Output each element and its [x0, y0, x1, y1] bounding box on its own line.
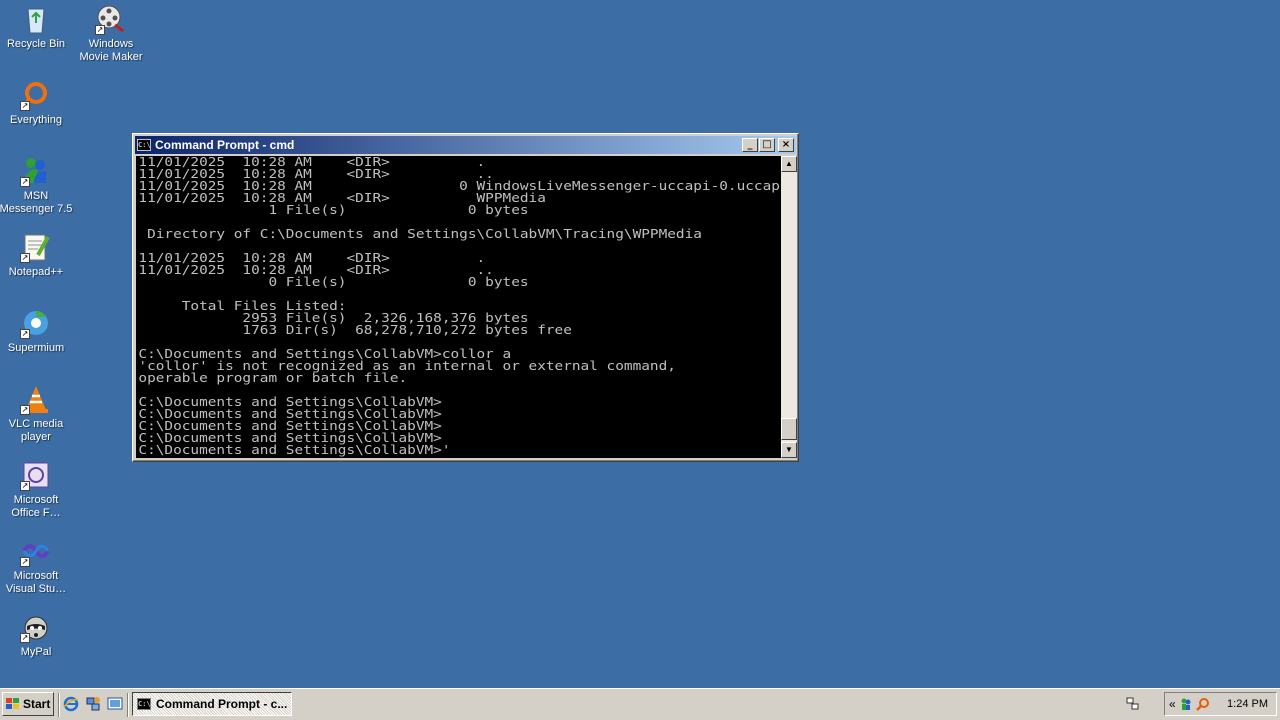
cmd-vertical-scrollbar[interactable]: ▲ ▼	[781, 156, 797, 458]
tray-expand-chevron-icon[interactable]: «	[1169, 697, 1176, 711]
network-icon[interactable]	[85, 696, 101, 712]
desktop-icon-label: Microsoft Visual Stu…	[5, 570, 67, 595]
minimize-button[interactable]: _	[742, 138, 758, 152]
show-desktop-icon[interactable]	[107, 696, 123, 712]
visual-studio-icon: ↗	[20, 535, 52, 567]
desktop-icon-mypal[interactable]: ↗ MyPal	[0, 611, 74, 659]
taskbar-button-command-prompt[interactable]: C:\ Command Prompt - c...	[132, 692, 292, 716]
mypal-raccoon-icon: ↗	[20, 611, 52, 643]
task-button-label: Command Prompt - c...	[156, 697, 288, 711]
console-line: C:\Documents and Settings\CollabVM>'	[138, 443, 451, 457]
console-line: Directory of C:\Documents and Settings\C…	[138, 227, 702, 241]
msn-tray-icon[interactable]	[1179, 697, 1193, 711]
desktop-icon-movie-maker[interactable]: ↗ Windows Movie Maker	[73, 3, 149, 64]
desktop-icon-label: Notepad++	[8, 266, 64, 278]
console-line: 0 File(s) 0 bytes	[138, 275, 529, 289]
msn-messenger-icon: ↗	[20, 155, 52, 187]
start-label: Start	[23, 697, 51, 711]
shortcut-arrow-icon: ↗	[20, 253, 30, 263]
quick-launch-separator	[58, 693, 60, 717]
system-tray: « 1:24 PM	[1164, 692, 1277, 716]
desktop-icon-label: MyPal	[20, 646, 52, 658]
cmd-window-title: Command Prompt - cmd	[155, 138, 295, 152]
desktop-icon-supermium[interactable]: ↗ Supermium	[0, 307, 74, 355]
shortcut-arrow-icon: ↗	[20, 101, 30, 111]
office-icon: ↗	[20, 459, 52, 491]
desktop-icon-vlc[interactable]: ↗ VLC media player	[0, 383, 74, 444]
shortcut-arrow-icon: ↗	[20, 633, 30, 643]
desktop-icon-label: Everything	[10, 114, 62, 126]
notepad-plus-plus-icon: ↗	[20, 231, 52, 263]
console-line: 1763 Dir(s) 68,278,710,272 bytes free	[138, 323, 572, 337]
taskbar: Start C:\ Command Prompt - c... « 1:24 P…	[0, 688, 1280, 720]
supermium-browser-icon: ↗	[20, 307, 52, 339]
desktop-icon-msn[interactable]: ↗ MSN Messenger 7.5	[0, 155, 74, 216]
desktop-icon-visual-studio[interactable]: ↗ Microsoft Visual Stu…	[0, 535, 74, 596]
cmd-console-output[interactable]: 11/01/2025 10:28 AM <DIR> . 11/01/2025 10…	[136, 156, 781, 458]
recycle-bin-icon	[20, 3, 52, 35]
desktop-icon-label: Microsoft Office F…	[11, 494, 61, 519]
quick-launch-separator-2	[127, 693, 129, 717]
shortcut-arrow-icon: ↗	[20, 481, 30, 491]
shortcut-arrow-icon: ↗	[95, 25, 105, 35]
scroll-thumb[interactable]	[781, 418, 797, 440]
shortcut-arrow-icon: ↗	[20, 177, 30, 187]
desktop-icon-office[interactable]: ↗ Microsoft Office F…	[0, 459, 74, 520]
everything-search-icon: ↗	[20, 79, 52, 111]
taskbar-clock[interactable]: 1:24 PM	[1227, 698, 1268, 710]
close-button[interactable]: ×	[778, 138, 794, 152]
console-line: 1 File(s) 0 bytes	[138, 203, 529, 217]
desktop-icon-label: Windows Movie Maker	[79, 38, 143, 63]
scroll-up-button[interactable]: ▲	[781, 156, 797, 172]
maximize-button[interactable]: □	[759, 138, 775, 152]
vlc-cone-icon: ↗	[20, 383, 52, 415]
desktop-icon-recycle-bin[interactable]: Recycle Bin	[0, 3, 74, 51]
shortcut-arrow-icon: ↗	[20, 557, 30, 567]
everything-tray-icon[interactable]	[1195, 697, 1210, 711]
desktop-icon-notepadpp[interactable]: ↗ Notepad++	[0, 231, 74, 279]
desktop-icon-everything[interactable]: ↗ Everything	[0, 79, 74, 127]
ie-icon[interactable]	[63, 696, 79, 712]
desktop-icon-label: MSN Messenger 7.5	[0, 190, 73, 215]
desktop-icon-label: VLC media player	[8, 418, 64, 443]
movie-maker-icon: ↗	[95, 3, 127, 35]
cmd-titlebar[interactable]: C:\ Command Prompt - cmd _ □ ×	[135, 136, 796, 154]
cmd-taskbar-icon: C:\	[137, 698, 151, 710]
shortcut-arrow-icon: ↗	[20, 405, 30, 415]
scroll-down-button[interactable]: ▼	[781, 442, 797, 458]
desktop-icon-label: Recycle Bin	[6, 38, 66, 50]
shortcut-arrow-icon: ↗	[20, 329, 30, 339]
start-button[interactable]: Start	[2, 692, 54, 716]
command-prompt-window[interactable]: C:\ Command Prompt - cmd _ □ × 11/01/202…	[132, 133, 799, 462]
cmd-window-icon[interactable]: C:\	[137, 139, 151, 151]
console-line: operable program or batch file.	[138, 371, 408, 385]
windows-flag-icon	[6, 698, 20, 710]
desktop-icon-label: Supermium	[7, 342, 65, 354]
network-status-icon[interactable]	[1126, 697, 1140, 711]
